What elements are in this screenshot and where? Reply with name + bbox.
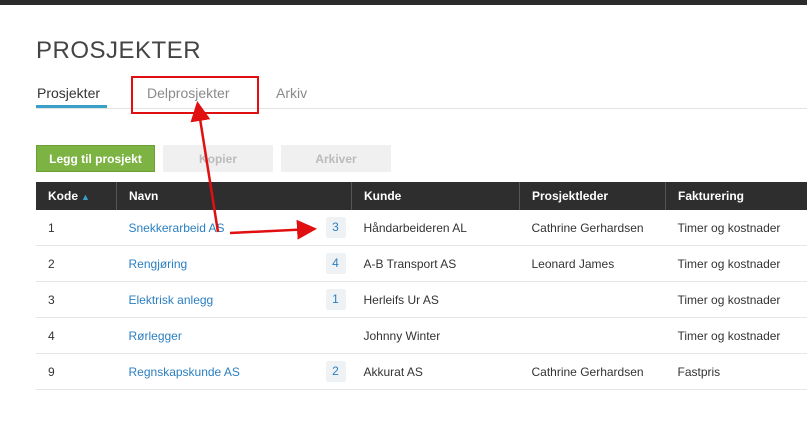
cell-prosjektleder: Cathrine Gerhardsen	[519, 210, 666, 246]
column-header-kunde[interactable]: Kunde	[351, 182, 520, 210]
column-header-navn[interactable]: Navn	[116, 182, 352, 210]
column-header-label: Kode	[48, 189, 78, 203]
table-row[interactable]: 3 Elektrisk anlegg 1 Herleifs Ur AS Time…	[36, 281, 807, 318]
projects-table: Kode ▲ Navn Kunde Prosjektleder Faktureri…	[36, 182, 807, 390]
archive-button[interactable]: Arkiver	[281, 145, 391, 172]
cell-kunde: Herleifs Ur AS	[351, 281, 520, 318]
page-title: PROSJEKTER	[36, 37, 202, 64]
cell-kode: 3	[36, 281, 117, 318]
subproject-count-badge[interactable]: 4	[325, 253, 346, 274]
project-link[interactable]: Rengjøring	[129, 257, 188, 271]
cell-kunde: A-B Transport AS	[351, 245, 520, 282]
top-bar	[0, 0, 807, 5]
column-header-kode[interactable]: Kode ▲	[36, 182, 117, 210]
cell-kode: 4	[36, 317, 117, 354]
cell-kode: 1	[36, 210, 117, 246]
cell-prosjektleder: Leonard James	[519, 245, 666, 282]
column-header-prosjektleder[interactable]: Prosjektleder	[519, 182, 666, 210]
table-header-row: Kode ▲ Navn Kunde Prosjektleder Faktureri…	[36, 182, 807, 210]
table-row[interactable]: 9 Regnskapskunde AS 2 Akkurat AS Cathrin…	[36, 353, 807, 390]
subproject-count-badge[interactable]: 1	[325, 289, 346, 310]
project-link[interactable]: Regnskapskunde AS	[129, 365, 240, 379]
cell-fakturering: Timer og kostnader	[665, 317, 807, 354]
sort-asc-icon: ▲	[81, 192, 90, 202]
table-row[interactable]: 2 Rengjøring 4 A-B Transport AS Leonard …	[36, 245, 807, 282]
cell-navn: Regnskapskunde AS 2	[116, 353, 352, 390]
table-row[interactable]: 1 Snekkerarbeid AS 3 Håndarbeideren AL C…	[36, 210, 807, 246]
column-header-fakturering[interactable]: Fakturering	[665, 182, 807, 210]
cell-kunde: Johnny Winter	[351, 317, 520, 354]
tab-arkiv[interactable]: Arkiv	[276, 85, 307, 101]
project-link[interactable]: Rørlegger	[129, 329, 182, 343]
cell-navn: Snekkerarbeid AS 3	[116, 210, 352, 246]
cell-fakturering: Timer og kostnader	[665, 281, 807, 318]
add-project-button[interactable]: Legg til prosjekt	[36, 145, 155, 172]
copy-button[interactable]: Kopier	[163, 145, 273, 172]
tab-prosjekter[interactable]: Prosjekter	[37, 85, 100, 101]
project-link[interactable]: Snekkerarbeid AS	[129, 221, 225, 235]
table-row[interactable]: 4 Rørlegger Johnny Winter Timer og kostn…	[36, 317, 807, 354]
cell-navn: Rørlegger	[116, 317, 352, 354]
subproject-count-badge[interactable]: 3	[325, 217, 346, 238]
cell-fakturering: Timer og kostnader	[665, 210, 807, 246]
cell-kunde: Akkurat AS	[351, 353, 520, 390]
project-link[interactable]: Elektrisk anlegg	[129, 293, 214, 307]
cell-prosjektleder: Cathrine Gerhardsen	[519, 353, 666, 390]
cell-navn: Elektrisk anlegg 1	[116, 281, 352, 318]
annotation-highlight-box	[131, 76, 259, 114]
cell-navn: Rengjøring 4	[116, 245, 352, 282]
cell-fakturering: Timer og kostnader	[665, 245, 807, 282]
cell-kode: 2	[36, 245, 117, 282]
cell-prosjektleder	[519, 281, 666, 318]
cell-fakturering: Fastpris	[665, 353, 807, 390]
cell-kode: 9	[36, 353, 117, 390]
subproject-count-badge[interactable]: 2	[325, 361, 346, 382]
cell-kunde: Håndarbeideren AL	[351, 210, 520, 246]
cell-prosjektleder	[519, 317, 666, 354]
